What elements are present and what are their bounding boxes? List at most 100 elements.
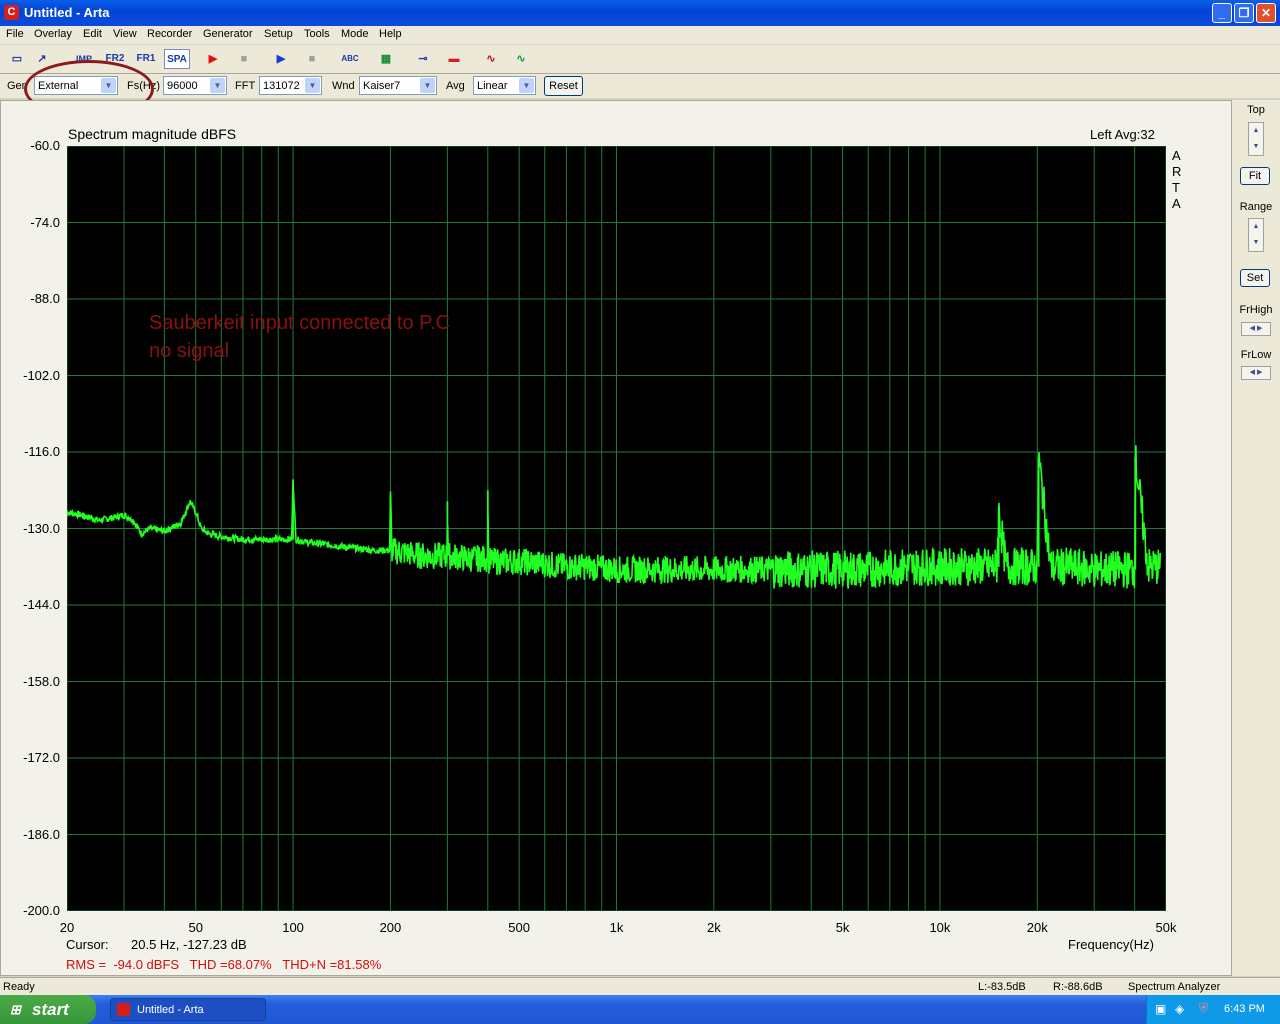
menu-view[interactable]: View — [113, 28, 137, 40]
taskbar-item-arta[interactable]: Untitled - Arta — [110, 998, 266, 1021]
close-button[interactable]: ✕ — [1256, 3, 1276, 23]
x-tick-label-3: 200 — [379, 920, 402, 935]
cursor-label: Cursor: — [66, 937, 109, 952]
network-icon[interactable]: ▣ — [1155, 1002, 1166, 1016]
wnd-select[interactable]: Kaiser7 ▼ — [359, 76, 437, 95]
status-mode: Spectrum Analyzer — [1128, 981, 1221, 993]
x-tick-label-6: 2k — [706, 920, 721, 935]
stop-record-icon[interactable]: ■ — [233, 49, 255, 69]
y-tick-label-7: -158.0 — [23, 673, 60, 689]
title-bar: C Untitled - Arta _ ❐ ✕ — [0, 0, 1280, 26]
x-tick-label-4: 500 — [508, 920, 530, 935]
wnd-value: Kaiser7 — [363, 80, 401, 92]
spectrum-plot[interactable]: Sauberkeit input connected to P.C no sig… — [67, 146, 1166, 911]
task-label: Untitled - Arta — [137, 1004, 204, 1016]
menu-tools[interactable]: Tools — [304, 28, 330, 40]
system-tray: ▣ ◈ ⛨ 6:43 PM — [1146, 995, 1280, 1024]
new-icon[interactable]: ▭ — [6, 49, 28, 69]
spectrum-chart — [67, 146, 1166, 911]
menu-recorder[interactable]: Recorder — [147, 28, 192, 40]
x-tick-label-0: 20 — [59, 920, 75, 935]
range-label: Range — [1239, 201, 1273, 213]
frhigh-label: FrHigh — [1239, 304, 1273, 316]
security-icon[interactable]: ⛨ — [1199, 1001, 1208, 1016]
range-spinner[interactable]: ▲ ▼ — [1248, 218, 1264, 252]
menu-overlay[interactable]: Overlay — [34, 28, 72, 40]
right-panel: Top ▲ ▼ Fit Range ▲ ▼ Set FrHigh ◀ ▶ FrLow… — [1232, 100, 1280, 976]
channel-info: Left Avg:32 — [1090, 127, 1155, 142]
play-icon[interactable]: ▶ — [270, 49, 292, 69]
fs-select[interactable]: 96000 ▼ — [163, 76, 227, 95]
spa-button[interactable]: SPA — [164, 49, 190, 69]
cursor-value: 20.5 Hz, -127.23 dB — [131, 937, 247, 952]
menu-edit[interactable]: Edit — [83, 28, 102, 40]
avg-value: Linear — [477, 80, 508, 92]
record-icon[interactable]: ▶ — [202, 49, 224, 69]
top-spinner[interactable]: ▲ ▼ — [1248, 122, 1264, 156]
start-button[interactable]: ⊞ start — [0, 995, 96, 1024]
chevron-down-icon: ▼ — [519, 78, 534, 93]
app-icon[interactable]: C — [4, 5, 19, 20]
bar-icon[interactable]: ▬ — [443, 49, 465, 69]
fit-button[interactable]: Fit — [1240, 167, 1270, 185]
start-label: start — [32, 1000, 69, 1019]
x-tick-label-7: 5k — [835, 920, 850, 935]
hatch-icon[interactable]: ▦ — [375, 49, 397, 69]
status-bar: Ready L:-83.5dB R:-88.6dB Spectrum Analy… — [0, 977, 1280, 996]
avg-label: Avg — [446, 80, 465, 92]
y-tick-label-10: -200.0 — [23, 903, 60, 918]
y-tick-label-9: -186.0 — [23, 826, 60, 842]
chevron-down-icon: ▼ — [210, 78, 225, 93]
status-right-level: R:-88.6dB — [1053, 981, 1103, 993]
arta-task-icon — [117, 1003, 130, 1016]
scope-icon[interactable]: ∿ — [510, 49, 532, 69]
arta-vertical-label: ARTA — [1172, 148, 1182, 211]
y-tick-label-3: -102.0 — [23, 367, 60, 383]
y-tick-label-4: -116.0 — [24, 444, 60, 459]
volume-icon[interactable]: ◈ — [1175, 1002, 1184, 1016]
reset-button[interactable]: Reset — [544, 76, 583, 96]
status-left-level: L:-83.5dB — [978, 981, 1026, 993]
measurements-readout: RMS = -94.0 dBFS THD =68.07% THD+N =81.5… — [66, 957, 382, 972]
y-tick-label-8: -172.0 — [23, 750, 60, 765]
windows-logo-icon: ⊞ — [10, 1002, 21, 1017]
x-tick-label-9: 20k — [1026, 920, 1048, 935]
maximize-button[interactable]: ❐ — [1234, 3, 1254, 23]
menu-mode[interactable]: Mode — [341, 28, 369, 40]
window-title: Untitled - Arta — [24, 5, 110, 20]
annotation-line-2: no signal — [149, 340, 230, 362]
frhigh-spinner[interactable]: ◀ ▶ — [1241, 322, 1271, 336]
menu-file[interactable]: File — [6, 28, 24, 40]
control-bar: Gen External ▼ Fs(Hz) 96000 ▼ FFT 131072… — [0, 74, 1280, 98]
x-tick-label-2: 100 — [282, 920, 304, 935]
status-ready: Ready — [3, 981, 35, 993]
frlow-spinner[interactable]: ◀ ▶ — [1241, 366, 1271, 380]
x-tick-label-1: 50 — [188, 920, 203, 935]
y-tick-label-5: -130.0 — [23, 520, 60, 536]
wnd-label: Wnd — [332, 80, 355, 92]
stop-icon[interactable]: ■ — [301, 49, 323, 69]
abc-icon[interactable]: ABC — [338, 49, 362, 69]
y-tick-label-0: -60.0 — [30, 138, 60, 153]
y-tick-label-6: -144.0 — [23, 597, 60, 612]
top-label: Top — [1247, 104, 1265, 116]
toolbar: ▭ ↗ IMP FR2 FR1 SPA ▶ ■ ▶ ■ ABC ▦ ⊸ ▬ ∿ … — [0, 45, 1280, 74]
menu-bar: File Overlay Edit View Recorder Generato… — [0, 26, 1280, 44]
avg-select[interactable]: Linear ▼ — [473, 76, 536, 95]
fft-select[interactable]: 131072 ▼ — [259, 76, 322, 95]
menu-setup[interactable]: Setup — [264, 28, 293, 40]
menu-generator[interactable]: Generator — [203, 28, 253, 40]
set-button[interactable]: Set — [1240, 269, 1270, 287]
frlow-label: FrLow — [1240, 349, 1272, 361]
menu-help[interactable]: Help — [379, 28, 402, 40]
y-tick-label-2: -88.0 — [30, 291, 60, 306]
annotation-line-1: Sauberkeit input connected to P.C — [149, 312, 450, 334]
slider-icon[interactable]: ⊸ — [412, 49, 434, 69]
fr1-button[interactable]: FR1 — [134, 49, 158, 69]
minimize-button[interactable]: _ — [1212, 3, 1232, 23]
waveform-icon[interactable]: ∿ — [480, 49, 502, 69]
x-tick-label-8: 10k — [929, 920, 951, 935]
fft-value: 131072 — [263, 80, 300, 92]
fs-value: 96000 — [167, 80, 198, 92]
chevron-down-icon: ▼ — [305, 78, 320, 93]
